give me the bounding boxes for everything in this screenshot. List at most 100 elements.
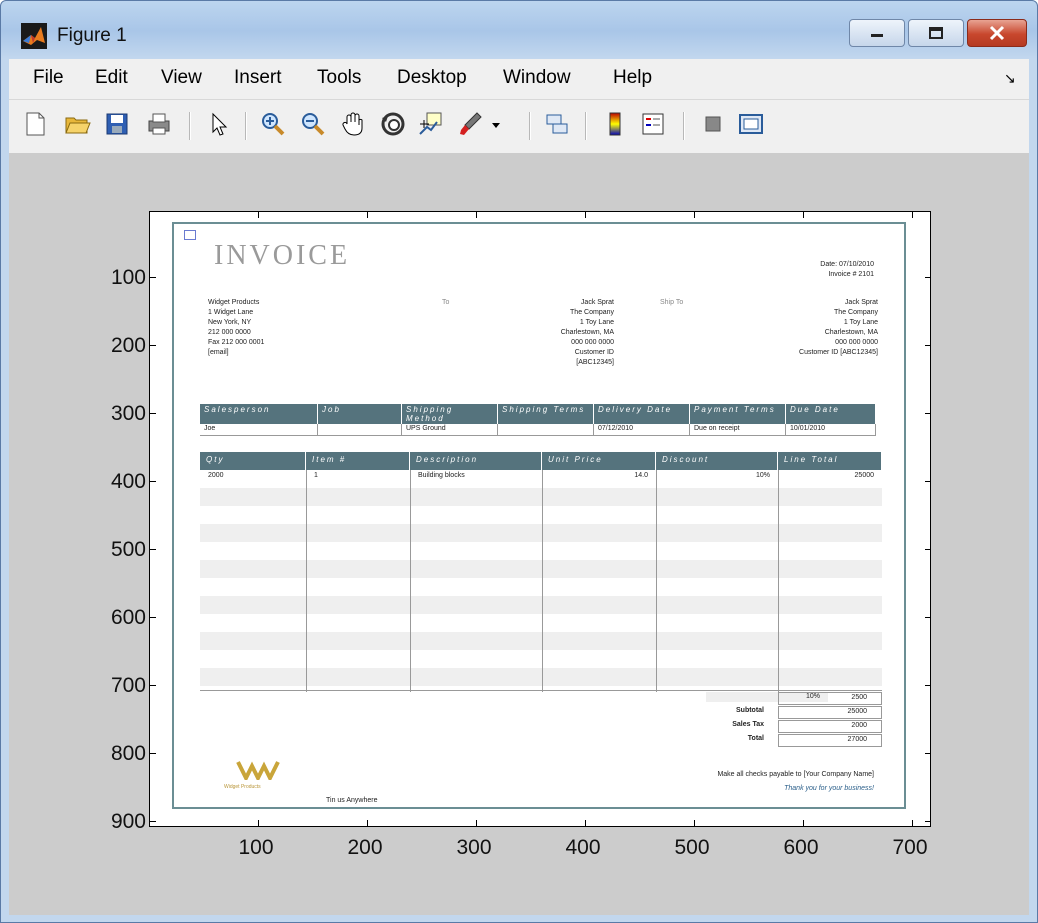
items-row (200, 632, 882, 650)
new-figure-icon[interactable] (21, 110, 49, 138)
column-divider (306, 470, 307, 692)
items-table: Qty Item # Description Unit Price Discount Li… (200, 452, 882, 692)
brush-icon[interactable] (457, 110, 485, 138)
items-row (200, 506, 882, 524)
totals-value: 25000 (778, 706, 882, 719)
column-divider (542, 470, 543, 692)
x-tick-mark (694, 820, 695, 826)
menu-desktop[interactable]: Desktop (397, 67, 467, 89)
y-tick-mark (925, 685, 931, 686)
y-tick-mark (150, 821, 156, 822)
show-plot-tools-icon[interactable] (737, 110, 765, 138)
x-tick-mark (803, 212, 804, 218)
x-tick-mark (258, 212, 259, 218)
terms-value-cell (498, 424, 594, 436)
brush-dropdown-icon[interactable] (491, 122, 501, 130)
link-icon[interactable] (543, 110, 571, 138)
x-tick-mark (912, 212, 913, 218)
items-row (200, 578, 882, 596)
hide-plot-tools-icon[interactable] (699, 110, 727, 138)
items-cell: 25000 (854, 472, 874, 479)
terms-header-cell: Shipping Method (402, 404, 498, 424)
pointer-icon[interactable] (205, 110, 233, 138)
items-row (200, 596, 882, 614)
y-tick-label: 500 (110, 538, 146, 561)
ship-line: 1 Toy Lane (843, 319, 878, 326)
close-button[interactable] (967, 19, 1027, 47)
menu-help[interactable]: Help (613, 67, 652, 89)
x-tick-mark (367, 820, 368, 826)
terms-header-cell: Job (318, 404, 402, 424)
items-bottom-border (200, 690, 882, 691)
column-divider (410, 470, 411, 692)
y-tick-mark (925, 277, 931, 278)
data-cursor-icon[interactable] (417, 110, 445, 138)
menu-edit[interactable]: Edit (95, 67, 128, 89)
items-row (200, 614, 882, 632)
open-icon[interactable] (63, 110, 91, 138)
minimize-button[interactable] (849, 19, 905, 47)
y-tick-label: 700 (110, 674, 146, 697)
from-address: Widget Products 1 Widget Lane New York, … (208, 298, 264, 358)
save-icon[interactable] (103, 110, 131, 138)
zoom-in-icon[interactable] (259, 110, 287, 138)
terms-header-cell: Shipping Terms (498, 404, 594, 424)
invoice-title: INVOICE (214, 240, 351, 271)
menu-view[interactable]: View (161, 67, 202, 89)
to-line: Charlestown, MA (560, 329, 614, 336)
y-tick-mark (925, 753, 931, 754)
items-header-cell: Item # (306, 452, 410, 470)
menu-window[interactable]: Window (503, 67, 571, 89)
terms-value-cell: Due on receipt (690, 424, 786, 436)
x-tick-label: 300 (456, 836, 492, 859)
y-tick-mark (925, 549, 931, 550)
totals-label: Subtotal (736, 707, 764, 714)
x-tick-label: 200 (347, 836, 383, 859)
y-tick-label: 600 (110, 606, 146, 629)
from-line: New York, NY (208, 319, 252, 326)
menu-file[interactable]: File (33, 67, 64, 89)
to-line: Customer ID (574, 349, 614, 356)
zoom-out-icon[interactable] (299, 110, 327, 138)
to-line: 1 Toy Lane (579, 319, 614, 326)
to-line: The Company (570, 309, 614, 316)
items-row (200, 524, 882, 542)
matlab-icon (21, 23, 47, 49)
print-icon[interactable] (145, 110, 173, 138)
figure-toolbar (9, 99, 1029, 155)
x-tick-mark (694, 212, 695, 218)
y-tick-mark (150, 685, 156, 686)
x-tick-label: 500 (674, 836, 710, 859)
to-line: 000 000 0000 (571, 339, 614, 346)
x-tick-mark (585, 212, 586, 218)
toolbar-separator (585, 112, 587, 140)
colorbar-icon[interactable] (601, 110, 629, 138)
company-logo (236, 760, 280, 783)
rotate-3d-icon[interactable] (379, 110, 407, 138)
ship-to-address: Jack Sprat The Company 1 Toy Lane Charle… (714, 298, 878, 358)
x-tick-mark (367, 212, 368, 218)
to-address: Jack Sprat The Company 1 Toy Lane Charle… (504, 298, 614, 368)
terms-header-cell: Due Date (786, 404, 876, 424)
items-header-cell: Discount (656, 452, 778, 470)
terms-header-cell: Salesperson (200, 404, 318, 424)
y-tick-label: 400 (110, 470, 146, 493)
ship-line: Charlestown, MA (824, 329, 878, 336)
totals-label: Total (747, 735, 764, 742)
pan-icon[interactable] (339, 110, 367, 138)
legend-icon[interactable] (639, 110, 667, 138)
items-header-cell: Qty (200, 452, 306, 470)
column-divider (656, 470, 657, 692)
x-tick-mark (258, 820, 259, 826)
items-cell: 1 (314, 472, 318, 479)
y-tick-label: 200 (110, 334, 146, 357)
maximize-button[interactable] (908, 19, 964, 47)
dock-arrow-icon[interactable]: ↘ (1004, 70, 1016, 87)
items-header-cell: Unit Price (542, 452, 656, 470)
from-line: Fax 212 000 0001 (208, 339, 265, 346)
menu-tools[interactable]: Tools (317, 67, 361, 89)
y-tick-mark (150, 345, 156, 346)
invoice-date: Date: 07/10/2010 (820, 261, 874, 268)
menu-insert[interactable]: Insert (234, 67, 282, 89)
terms-header-cell: Delivery Date (594, 404, 690, 424)
